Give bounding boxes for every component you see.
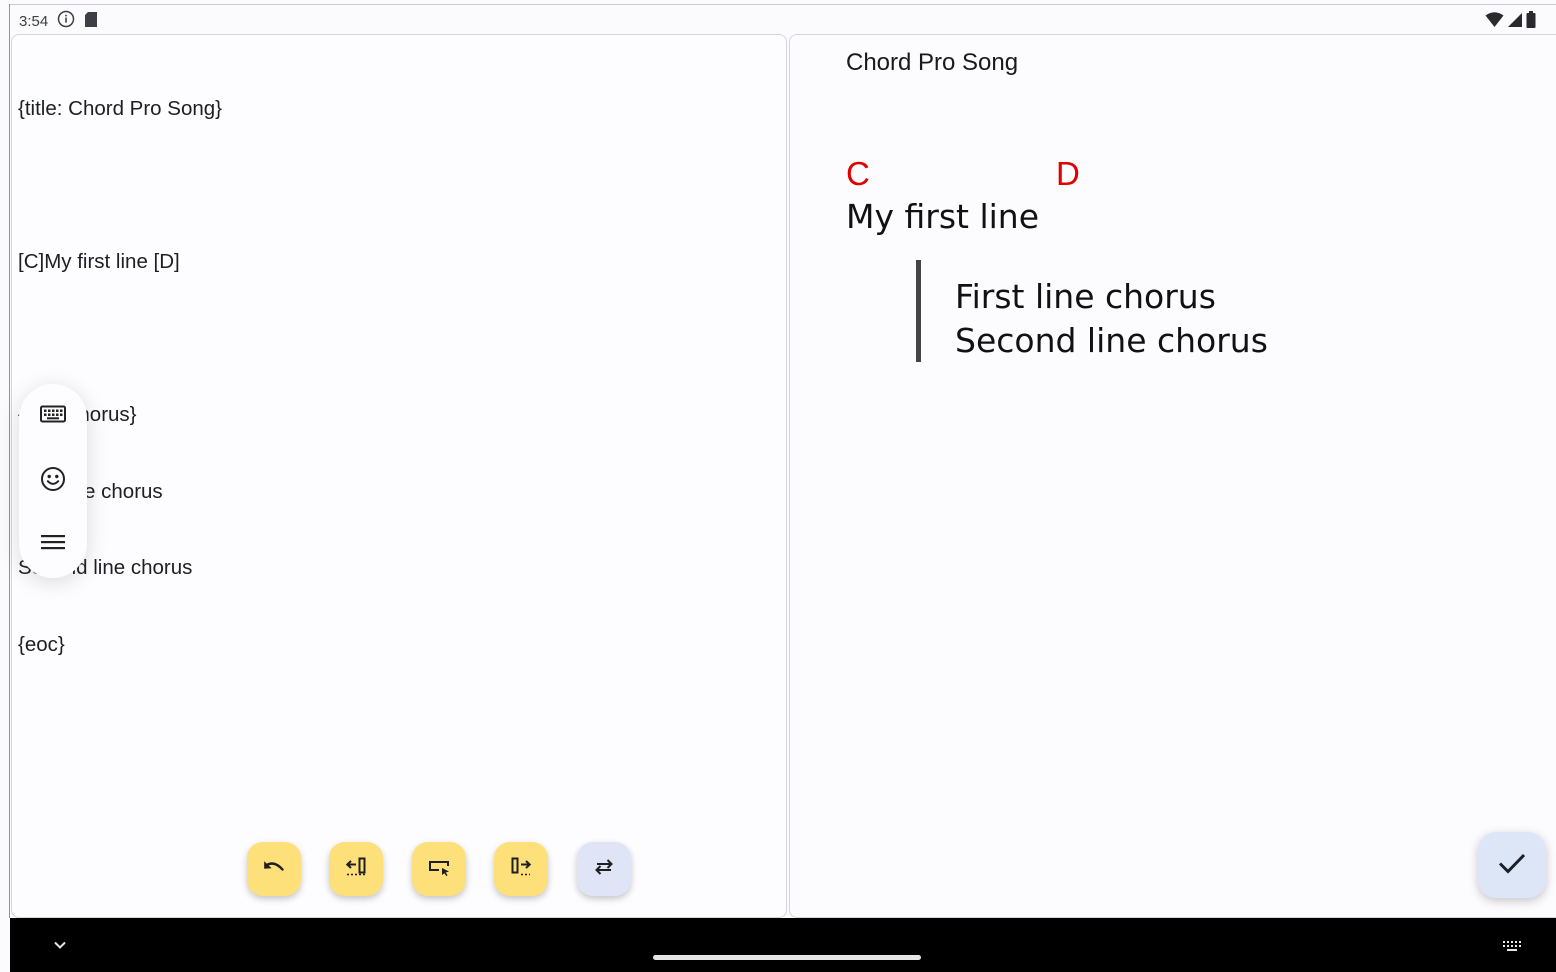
song-title: Chord Pro Song: [846, 49, 1019, 76]
indent-left-icon: [345, 857, 367, 882]
editor-line: {title: Chord Pro Song}: [18, 97, 222, 120]
chevron-down-icon[interactable]: [52, 938, 68, 956]
sd-card-icon: [84, 11, 98, 32]
chorus-line: Second line chorus: [955, 321, 1268, 360]
indent-right-button[interactable]: [494, 842, 548, 896]
chord-label: C: [846, 155, 870, 192]
info-icon: [57, 10, 75, 32]
chordpro-editor[interactable]: {title: Chord Pro Song} [C]My first line…: [11, 34, 787, 918]
menu-button[interactable]: [33, 524, 73, 564]
emoji-icon: [40, 466, 66, 497]
indent-right-icon: [510, 857, 532, 882]
status-time: 3:54: [19, 12, 49, 30]
status-bar: 3:54: [10, 4, 1556, 34]
song-preview: Chord Pro Song C D My first line First l…: [789, 34, 1556, 918]
lyric-line: My first line: [846, 197, 1040, 236]
navigation-bar: [10, 918, 1556, 972]
chorus-line: First line chorus: [955, 277, 1216, 316]
wifi-icon: [1485, 11, 1504, 33]
window-frame: [9, 4, 10, 918]
select-icon: [428, 858, 450, 881]
keyboard-icon[interactable]: [1502, 940, 1522, 959]
save-button[interactable]: [1478, 832, 1546, 898]
undo-icon: [263, 859, 285, 880]
editor-text-area[interactable]: {title: Chord Pro Song} [C]My first line…: [18, 45, 222, 708]
editor-line: {eoc}: [18, 632, 65, 656]
home-handle[interactable]: [653, 955, 921, 960]
select-button[interactable]: [412, 842, 466, 896]
repeat-icon: [594, 857, 614, 882]
undo-button[interactable]: [247, 842, 301, 896]
menu-icon: [41, 533, 65, 556]
repeat-button[interactable]: [577, 842, 631, 896]
battery-icon: [1526, 11, 1536, 33]
signal-icon: [1507, 12, 1523, 33]
keyboard-icon: [40, 405, 66, 430]
indent-left-button[interactable]: [329, 842, 383, 896]
chorus-marker: [916, 260, 921, 362]
check-icon: [1498, 852, 1526, 879]
keyboard-button[interactable]: [33, 397, 73, 437]
side-toolbar: [19, 384, 87, 578]
editor-line: [C]My first line [D]: [18, 250, 180, 273]
chord-label: D: [1056, 155, 1080, 192]
emoji-button[interactable]: [33, 461, 73, 501]
